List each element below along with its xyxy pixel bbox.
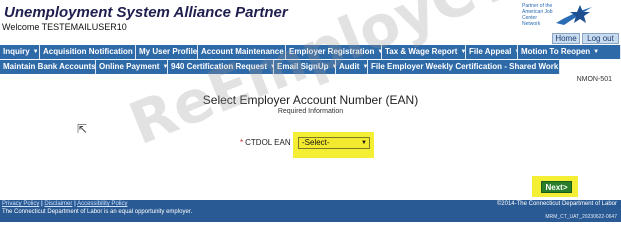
- nav-menu-row-2: Maintain Bank Accounts▼ Online Payment▼ …: [0, 60, 621, 74]
- menu-email-signup[interactable]: Email SignUp▼: [274, 60, 336, 74]
- link-separator: |: [74, 201, 76, 207]
- app-title: Unemployment System Alliance Partner: [4, 4, 288, 21]
- menu-maintain-bank-accounts[interactable]: Maintain Bank Accounts▼: [0, 60, 96, 74]
- required-asterisk-icon: *: [240, 138, 244, 147]
- privacy-policy-link[interactable]: Privacy Policy: [2, 201, 39, 207]
- menu-label: Online Payment: [99, 62, 160, 71]
- menu-my-user-profile[interactable]: My User Profile▼: [136, 45, 198, 59]
- build-version: MRM_CT_UAT_20230622-0647: [545, 214, 617, 220]
- disclaimer-link[interactable]: Disclaimer: [44, 201, 72, 207]
- menu-label: Employer Registration: [289, 47, 375, 56]
- header: Unemployment System Alliance Partner Wel…: [0, 0, 621, 44]
- menu-audit[interactable]: Audit ▼: [336, 60, 368, 74]
- menu-940-certification-request[interactable]: 940 Certification Request▼: [168, 60, 274, 74]
- next-button[interactable]: Next>: [541, 181, 572, 193]
- menu-label: My User Profile: [139, 47, 198, 56]
- ean-label-text: CTDOL EAN: [245, 138, 291, 147]
- caret-down-icon: ▼: [32, 49, 39, 55]
- menu-label: File Employer Weekly Certification - Sha…: [371, 62, 559, 71]
- mouse-cursor-icon: ⇱: [77, 122, 88, 136]
- menu-label: 940 Certification Request: [171, 62, 268, 71]
- screen-code: NMON-501: [576, 76, 612, 83]
- menu-label: Maintain Bank Accounts: [3, 62, 96, 71]
- logo-text: Partner of the American Job Center Netwo…: [522, 3, 553, 27]
- accessibility-policy-link[interactable]: Accessibility Policy: [77, 201, 127, 207]
- menu-acquisition-notification[interactable]: Acquisition Notification▼: [40, 45, 136, 59]
- link-separator: |: [41, 201, 43, 207]
- logout-button[interactable]: Log out: [582, 33, 619, 44]
- menu-label: Account Maintenance: [201, 47, 284, 56]
- welcome-text: Welcome TESTEMAILUSER10: [2, 22, 127, 32]
- menu-label: Audit: [339, 62, 360, 71]
- ajc-logo: Partner of the American Job Center Netwo…: [522, 3, 594, 29]
- caret-down-icon: ▼: [593, 49, 600, 55]
- menu-file-appeal[interactable]: File Appeal▼: [466, 45, 518, 59]
- required-info-note: Required Information: [277, 108, 344, 115]
- page-title: Select Employer Account Number (EAN): [202, 93, 419, 107]
- footer: Privacy Policy | Disclaimer | Accessibil…: [0, 200, 621, 222]
- menu-label: File Appeal: [469, 47, 512, 56]
- eo-statement: The Connecticut Department of Labor is a…: [2, 209, 193, 215]
- copyright: ©2014-The Connecticut Department of Labo…: [496, 201, 617, 207]
- menu-tax-wage-report[interactable]: Tax & Wage Report ▼: [382, 45, 466, 59]
- home-button[interactable]: Home: [552, 33, 580, 44]
- dropdown-arrow-icon: ▼: [361, 140, 367, 146]
- star-swoosh-icon: [556, 5, 592, 25]
- menu-online-payment[interactable]: Online Payment ▼: [96, 60, 168, 74]
- menu-label: Email SignUp: [277, 62, 329, 71]
- ean-field-label: * CTDOL EAN: [240, 138, 291, 147]
- nav-menu-row-1: Inquiry▼ Acquisition Notification▼ My Us…: [0, 45, 621, 59]
- menu-motion-to-reopen[interactable]: Motion To Reopen ▼: [518, 45, 621, 59]
- menu-file-employer-weekly-certification[interactable]: File Employer Weekly Certification - Sha…: [368, 60, 560, 74]
- ean-select[interactable]: -Select- ▼: [298, 137, 370, 149]
- menu-inquiry[interactable]: Inquiry ▼: [0, 45, 40, 59]
- menu-label: Motion To Reopen: [521, 47, 591, 56]
- ean-selected-value: -Select-: [302, 138, 330, 147]
- menu-label: Inquiry: [3, 47, 30, 56]
- menu-label: Tax & Wage Report: [385, 47, 458, 56]
- footer-links: Privacy Policy | Disclaimer | Accessibil…: [2, 201, 127, 207]
- menu-label: Acquisition Notification: [43, 47, 133, 56]
- menu-account-maintenance[interactable]: Account Maintenance▼: [198, 45, 286, 59]
- menu-employer-registration[interactable]: Employer Registration▼: [286, 45, 382, 59]
